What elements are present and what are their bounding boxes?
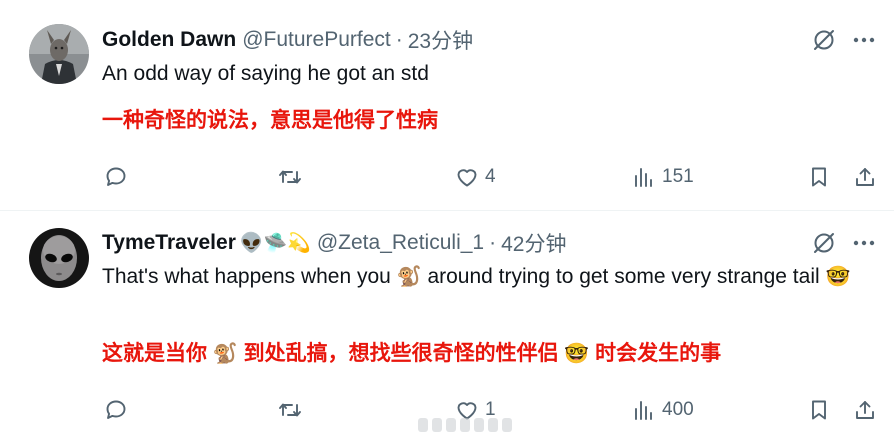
watermark [418, 410, 528, 440]
retweet-button[interactable] [278, 157, 302, 197]
grok-icon[interactable] [811, 230, 837, 261]
views-icon [635, 401, 652, 420]
grok-icon[interactable] [811, 27, 837, 58]
nerd-emoji: 🤓 [825, 266, 851, 288]
tweet-actions: 4 151 [0, 157, 894, 197]
tweet-text: An odd way of saying he got an std [102, 62, 429, 85]
retweet-button[interactable] [278, 390, 302, 430]
avatar[interactable] [29, 228, 89, 288]
author-handle[interactable]: @Zeta_Reticuli_1 [317, 231, 484, 255]
bookmark-button[interactable] [807, 390, 831, 430]
tweet-text: That's what happens when you 🐒 around tr… [102, 261, 872, 293]
view-count: 151 [662, 166, 694, 187]
author-emojis: 👽🛸💫 [239, 233, 311, 254]
tweet-header: Golden Dawn @FuturePurfect · 23分钟 [102, 27, 473, 53]
share-button[interactable] [853, 390, 877, 430]
monkey-emoji: 🐒 [212, 343, 238, 365]
share-icon [856, 168, 874, 186]
bookmark-icon [812, 167, 826, 187]
avatar[interactable] [29, 24, 89, 84]
separator-dot: · [395, 28, 403, 51]
timestamp[interactable]: 42分钟 [501, 228, 566, 258]
bookmark-button[interactable] [807, 157, 831, 197]
views-icon [635, 168, 652, 187]
translation-part: 到处乱搞，想找些很奇怪的性伴侣 [237, 342, 565, 365]
tweet-text-part: around trying to get some very strange t… [421, 265, 826, 288]
nerd-emoji: 🤓 [564, 343, 590, 365]
timestamp[interactable]: 23分钟 [408, 25, 473, 55]
more-icon[interactable] [852, 233, 876, 258]
author-name[interactable]: Golden Dawn [102, 28, 236, 52]
tweet-header: TymeTraveler 👽🛸💫 @Zeta_Reticuli_1 · 42分钟 [102, 230, 566, 256]
retweet-icon [279, 403, 301, 417]
separator-dot: · [489, 231, 497, 254]
tweet-text-part: That's what happens when you [102, 265, 397, 288]
more-icon[interactable] [852, 30, 876, 55]
translation-part: 这就是当你 [102, 342, 213, 365]
tweet[interactable]: Golden Dawn @FuturePurfect · 23分钟 An odd… [0, 0, 894, 210]
reply-button[interactable] [104, 157, 128, 197]
bookmark-icon [812, 400, 826, 420]
like-count: 4 [485, 166, 496, 187]
monkey-emoji: 🐒 [396, 266, 422, 288]
reply-button[interactable] [104, 390, 128, 430]
retweet-icon [279, 170, 301, 184]
translation-text: 一种奇怪的说法，意思是他得了性病 [102, 109, 438, 132]
views-button[interactable]: 400 [632, 390, 694, 430]
author-handle[interactable]: @FuturePurfect [242, 28, 391, 52]
reply-icon [106, 400, 126, 419]
reply-icon [106, 167, 126, 186]
author-name[interactable]: TymeTraveler [102, 231, 236, 255]
share-icon [856, 401, 874, 419]
share-button[interactable] [853, 157, 877, 197]
like-button[interactable]: 4 [455, 157, 496, 197]
translation-part: 时会发生的事 [589, 342, 722, 365]
like-icon [457, 169, 477, 187]
view-count: 400 [662, 399, 694, 420]
views-button[interactable]: 151 [632, 157, 694, 197]
translation-text: 这就是当你 🐒 到处乱搞，想找些很奇怪的性伴侣 🤓 时会发生的事 [102, 337, 721, 367]
